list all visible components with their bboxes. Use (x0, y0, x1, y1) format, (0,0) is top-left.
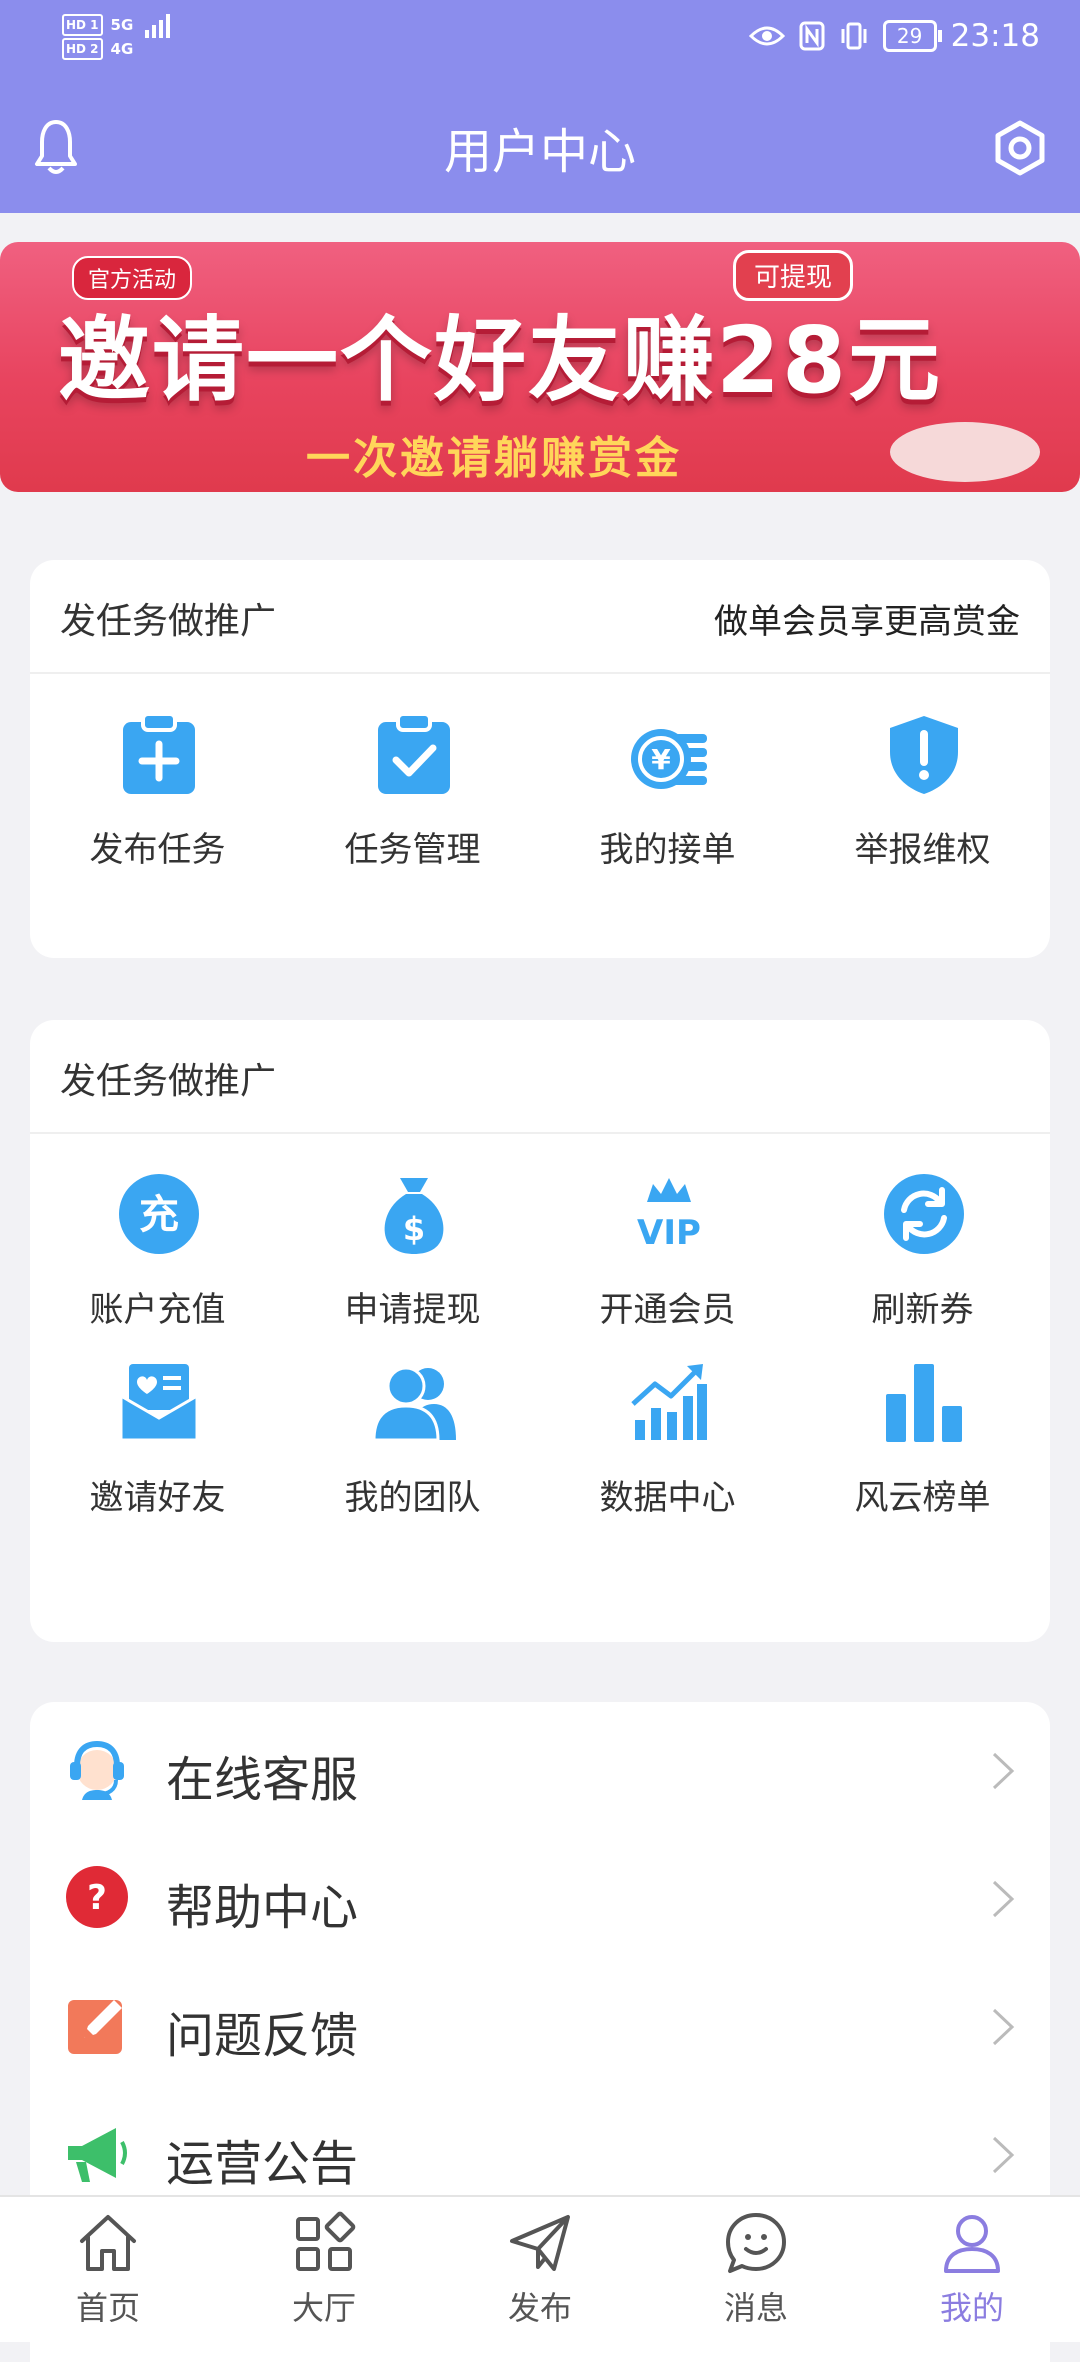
page-title: 用户中心 (443, 124, 636, 180)
svg-text:$: $ (403, 1210, 425, 1248)
promotion-card: 发任务做推广 做单会员享更高赏金 发布任务 任务管理 ¥ 我的接单 举报维权 (30, 560, 1050, 958)
sim2-label: HD 2 (62, 38, 103, 60)
ranking-bar-icon (886, 1364, 962, 1442)
svg-text:VIP: VIP (637, 1213, 701, 1253)
grid-item-team[interactable]: 我的团队 (285, 1360, 540, 1518)
chevron-right-icon (992, 2136, 1015, 2174)
shield-alert-icon (890, 716, 958, 794)
net1-label: 5G (110, 16, 134, 34)
menu-label: 帮助中心 (166, 1880, 359, 1936)
tab-publish[interactable]: 发布 (432, 2197, 648, 2342)
grid-icon (296, 2211, 356, 2271)
svg-text:¥: ¥ (651, 743, 671, 776)
svg-text:?: ? (87, 1878, 107, 1918)
menu-label: 问题反馈 (166, 2008, 359, 2064)
signal-icon (145, 12, 171, 38)
tab-messages[interactable]: 消息 (648, 2197, 864, 2342)
tab-label: 消息 (723, 2289, 788, 2327)
grid-item-label: 风云榜单 (854, 1478, 991, 1518)
clipboard-check-icon (378, 712, 450, 794)
tab-hall[interactable]: 大厅 (216, 2197, 432, 2342)
menu-label: 在线客服 (166, 1752, 359, 1808)
promo-banner[interactable]: 官方活动 可提现 邀请一个好友赚28元 一次邀请躺赚赏金 (0, 242, 1080, 492)
tab-home[interactable]: 首页 (0, 2197, 216, 2342)
card-header: 发任务做推广 做单会员享更高赏金 (30, 560, 1050, 674)
grid-item-report[interactable]: 举报维权 (795, 674, 1050, 900)
home-icon (80, 2215, 136, 2271)
menu-item-help[interactable]: ? 帮助中心 (30, 1834, 1050, 1962)
grid-item-publish-task[interactable]: 发布任务 (30, 674, 285, 900)
grid-item-invite[interactable]: 邀请好友 (30, 1360, 285, 1518)
send-icon (510, 2215, 570, 2271)
money-plate-image (890, 422, 1040, 482)
grid-item-label: 邀请好友 (89, 1478, 226, 1518)
menu-item-feedback[interactable]: 问题反馈 (30, 1962, 1050, 2090)
message-icon (726, 2213, 786, 2273)
gear-icon[interactable] (992, 120, 1048, 176)
vip-crown-icon: VIP (637, 1178, 701, 1253)
grid-item-recharge[interactable]: 充 账户充值 (30, 1134, 285, 1360)
money-bag-icon: $ (384, 1178, 444, 1254)
sim1-label: HD 1 (62, 14, 103, 36)
menu-label: 运营公告 (166, 2136, 359, 2192)
grid-item-refresh[interactable]: 刷新券 (795, 1134, 1050, 1360)
invite-envelope-icon (119, 1364, 199, 1442)
chevron-right-icon (992, 1752, 1015, 1790)
top-header: HD 1 5G HD 2 4G 29 23:18 用户中心 (0, 0, 1080, 213)
help-icon: ? (66, 1866, 128, 1928)
status-bar: HD 1 5G HD 2 4G 29 23:18 (0, 0, 1080, 80)
chevron-right-icon (992, 1880, 1015, 1918)
data-chart-icon (631, 1364, 707, 1440)
grid-item-label: 发布任务 (89, 830, 226, 870)
menu-item-customer-service[interactable]: 在线客服 (30, 1706, 1050, 1834)
team-icon (372, 1366, 456, 1442)
nfc-icon (799, 21, 825, 51)
grid-item-label: 任务管理 (344, 830, 481, 870)
tab-label: 我的 (939, 2289, 1004, 2327)
grid-item-label: 申请提现 (344, 1290, 481, 1330)
grid-item-vip[interactable]: VIP 开通会员 (540, 1134, 795, 1360)
feedback-edit-icon (68, 2000, 122, 2054)
grid-item-label: 我的团队 (344, 1478, 481, 1518)
yuan-coin-icon: ¥ (631, 729, 707, 789)
tab-profile[interactable]: 我的 (864, 2197, 1080, 2342)
tab-label: 发布 (507, 2289, 572, 2327)
signal-indicators: HD 1 5G HD 2 4G (62, 12, 171, 60)
clock: 23:18 (950, 18, 1040, 54)
grid-item-ranking[interactable]: 风云榜单 (795, 1360, 1050, 1518)
grid-item-label: 举报维权 (854, 830, 991, 870)
svg-text:充: 充 (139, 1192, 179, 1238)
refresh-icon (884, 1174, 964, 1254)
bottom-tab-bar: 首页 大厅 发布 消息 我的 (0, 2195, 1080, 2342)
customer-service-icon (70, 1740, 124, 1800)
grid-item-my-orders[interactable]: ¥ 我的接单 (540, 674, 795, 900)
net2-label: 4G (110, 40, 134, 58)
tab-label: 首页 (75, 2289, 140, 2327)
recharge-icon: 充 (119, 1174, 199, 1254)
card-header: 发任务做推广 (30, 1020, 1050, 1134)
functions-card: 发任务做推广 充 账户充值 $ 申请提现 VIP 开通会员 刷新券 邀请好友 我… (30, 1020, 1050, 1642)
grid-item-task-manage[interactable]: 任务管理 (285, 674, 540, 900)
grid-item-data-center[interactable]: 数据中心 (540, 1360, 795, 1518)
grid-item-label: 数据中心 (599, 1478, 736, 1518)
battery-indicator: 29 (882, 20, 942, 52)
grid-item-label: 账户充值 (89, 1290, 226, 1330)
announcement-icon (68, 2128, 127, 2182)
grid-item-label: 开通会员 (599, 1290, 736, 1330)
tab-label: 大厅 (291, 2289, 356, 2327)
banner-headline: 邀请一个好友赚28元 (58, 307, 943, 414)
chevron-right-icon (992, 2008, 1015, 2046)
banner-subline: 一次邀请躺赚赏金 (306, 433, 682, 484)
card-title: 发任务做推广 (60, 1061, 277, 1102)
member-promo-text[interactable]: 做单会员享更高赏金 (714, 594, 1020, 643)
grid-item-withdraw[interactable]: $ 申请提现 (285, 1134, 540, 1360)
card-title: 发任务做推广 (60, 601, 277, 642)
eye-icon (748, 26, 785, 46)
grid-item-label: 刷新券 (871, 1290, 974, 1330)
vibrate-icon (841, 22, 867, 50)
profile-icon (944, 2215, 1000, 2273)
clipboard-add-icon (123, 712, 195, 794)
grid-item-label: 我的接单 (599, 830, 736, 870)
